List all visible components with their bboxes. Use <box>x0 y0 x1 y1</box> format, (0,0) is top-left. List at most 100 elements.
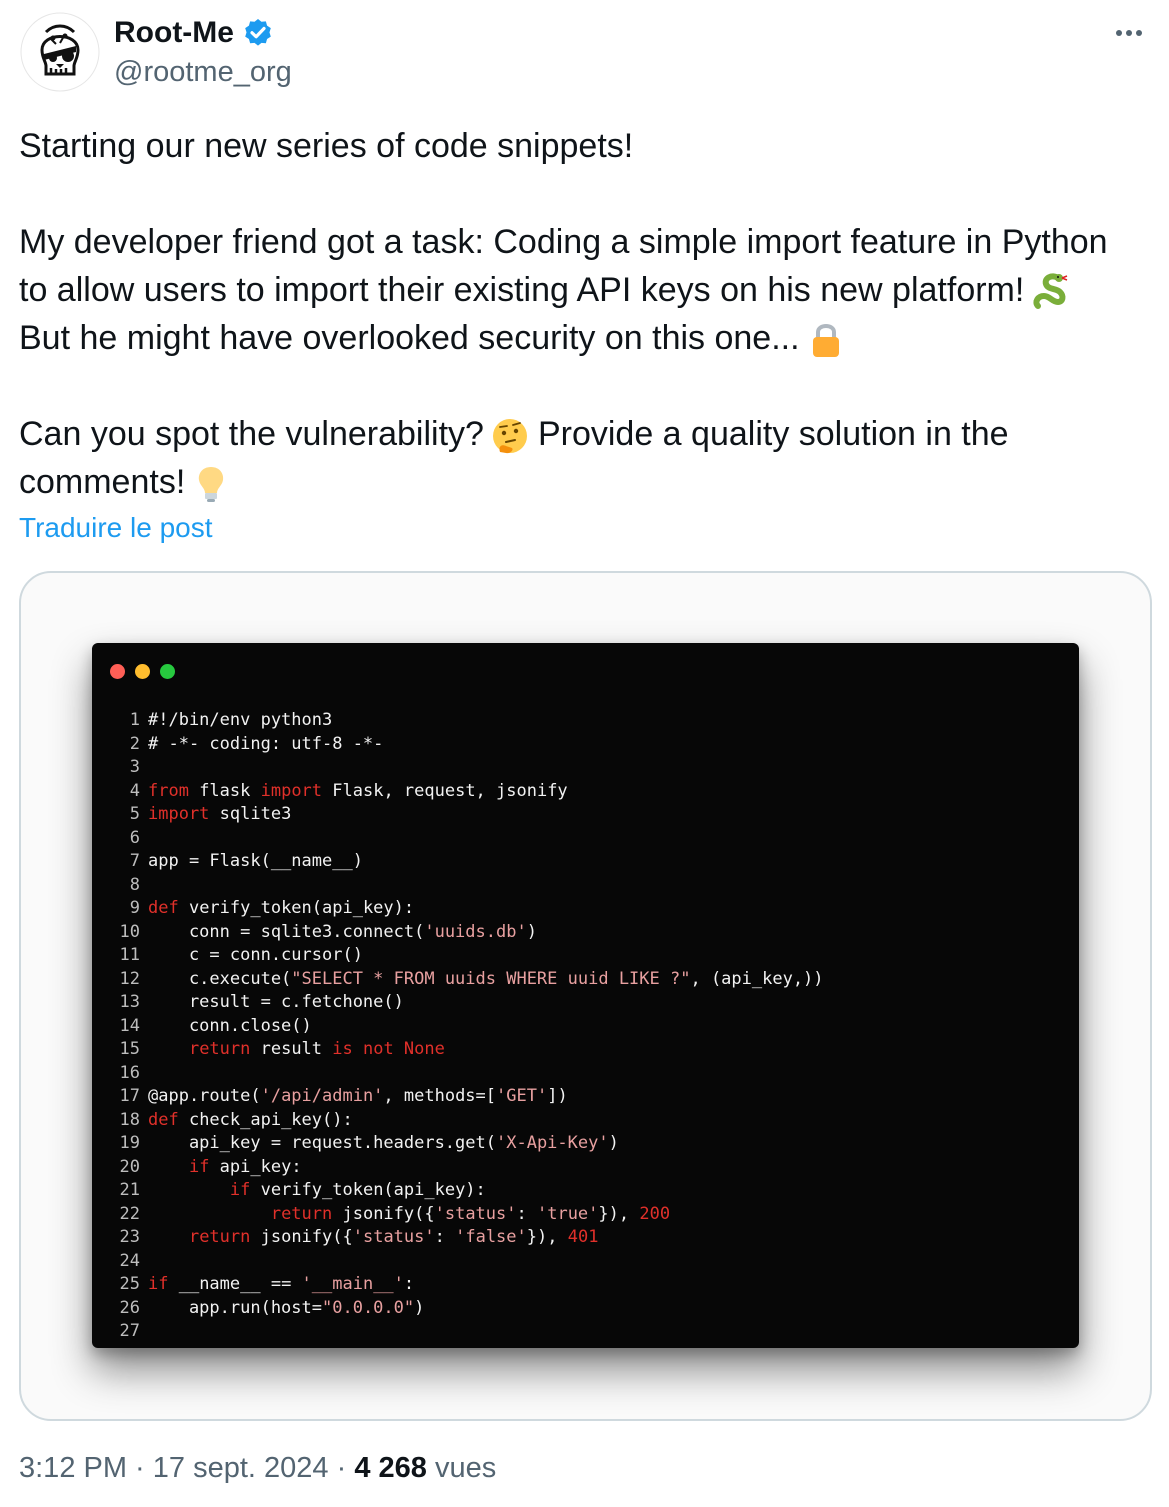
window-controls <box>110 664 175 679</box>
code-line: 24 <box>114 1250 824 1274</box>
code-token: from <box>148 780 189 801</box>
code-line: 3 <box>114 756 824 780</box>
code-token: return <box>188 1227 251 1247</box>
code-line: 5 import sqlite3 <box>114 803 824 827</box>
code-token: jsonify({ <box>250 1227 353 1247</box>
code-line: 9 def verify_token(api_key): <box>114 897 824 921</box>
code-line: 19 api_key = request.headers.get('X-Api-… <box>114 1132 824 1156</box>
avatar[interactable] <box>20 12 100 92</box>
tweet-text: Starting our new series of code snippets… <box>19 122 1154 506</box>
line-number: 1 <box>129 710 140 730</box>
code-token: ) <box>526 921 537 942</box>
line-number: 20 <box>119 1156 140 1177</box>
code-token: 401 <box>567 1227 599 1247</box>
code-line: 10 conn = sqlite3.connect('uuids.db') <box>114 921 824 945</box>
code-line: 8 <box>114 874 824 898</box>
code-token: api_key = request.headers.get( <box>148 1133 496 1153</box>
view-label: vues <box>434 1452 497 1484</box>
line-number: 19 <box>119 1133 140 1153</box>
code-token: #!/bin/env python3 <box>148 710 333 730</box>
code-line: 18 def check_api_key(): <box>114 1109 824 1133</box>
code-token: app = Flask(__name__) <box>148 851 363 871</box>
code-token: is not None <box>332 1039 445 1059</box>
code-token: return <box>188 1039 251 1059</box>
line-number: 26 <box>119 1297 140 1318</box>
more-options-icon[interactable] <box>1111 18 1147 48</box>
code-token: : <box>434 1227 456 1247</box>
code-token: '__main__' <box>301 1274 404 1294</box>
code-line: 16 <box>114 1062 824 1086</box>
snake-emoji-icon <box>1033 273 1068 310</box>
line-number: 18 <box>119 1109 140 1130</box>
code-line: 6 <box>114 827 824 851</box>
code-line: 12 c.execute("SELECT * FROM uuids WHERE … <box>114 968 824 992</box>
line-number: 8 <box>129 874 140 895</box>
line-number: 7 <box>129 851 140 871</box>
code-token: 'status' <box>352 1227 435 1247</box>
code-token: jsonify({ <box>332 1203 435 1224</box>
code-token: verify_token(api_key): <box>178 898 415 918</box>
line-number: 9 <box>129 898 140 918</box>
code-token: if <box>188 1156 210 1177</box>
code-token: result = c.fetchone() <box>148 992 404 1012</box>
line-number: 5 <box>129 804 140 824</box>
code-line: 2 # -*- coding: utf-8 -*- <box>114 733 824 757</box>
line-number: 24 <box>119 1250 140 1271</box>
line-number: 12 <box>119 968 140 989</box>
code-token: check_api_key(): <box>178 1109 353 1130</box>
tweet-line: My developer friend got a task: Coding a… <box>19 223 1108 261</box>
thinking-face-emoji-icon <box>492 419 527 454</box>
code-token: ]) <box>547 1086 568 1106</box>
line-number: 27 <box>119 1321 140 1341</box>
code-token: 'GET' <box>496 1086 548 1106</box>
code-token: 'status' <box>434 1203 517 1224</box>
code-token: }), <box>598 1203 640 1224</box>
code-token: Flask, request, jsonify <box>322 780 568 801</box>
code-line: 23 return jsonify({'status': 'false'}), … <box>114 1226 824 1250</box>
line-number: 3 <box>129 757 140 777</box>
code-token: import <box>148 804 210 824</box>
line-number: 21 <box>119 1180 140 1200</box>
line-number: 25 <box>119 1274 140 1294</box>
code-token: "SELECT * FROM uuids WHERE uuid LIKE ?" <box>291 968 691 989</box>
tweet-media-image[interactable]: 1 #!/bin/env python3 2 # -*- coding: utf-8 … <box>19 571 1152 1421</box>
tweet-line: Can you spot the vulnerability? <box>19 415 484 453</box>
code-token: 'false' <box>455 1227 527 1247</box>
code-line: 4 from flask import Flask, request, jsoni… <box>114 780 824 804</box>
skull-pirate-logo-icon <box>20 12 100 92</box>
code-token: def <box>148 1109 179 1130</box>
line-number: 11 <box>119 945 140 965</box>
code-token: conn = sqlite3.connect( <box>148 921 425 942</box>
code-line: 20 if api_key: <box>114 1156 824 1180</box>
code-line: 17 @app.route('/api/admin', methods=['GET… <box>114 1085 824 1109</box>
tweet-date[interactable]: 17 sept. 2024 <box>153 1452 329 1484</box>
code-window: 1 #!/bin/env python3 2 # -*- coding: utf-8 … <box>92 643 1079 1348</box>
view-count: 4 268 <box>354 1452 427 1484</box>
translate-post-link[interactable]: Traduire le post <box>19 512 213 544</box>
line-number: 13 <box>119 992 140 1012</box>
code-token: 'uuids.db' <box>424 921 527 942</box>
code-line: 27 <box>114 1320 824 1344</box>
tweet-metadata: 3:12 PM · 17 sept. 2024 · 4 268 vues <box>19 1452 497 1484</box>
code-line: 25 if __name__ == '__main__': <box>114 1273 824 1297</box>
line-number: 17 <box>119 1086 140 1106</box>
author-display-name[interactable]: Root-Me <box>114 16 234 50</box>
code-line: 22 return jsonify({'status': 'true'}), 2… <box>114 1203 824 1227</box>
author-handle[interactable]: @rootme_org <box>114 56 292 89</box>
code-token: sqlite3 <box>209 804 292 824</box>
code-token: '/api/admin' <box>260 1086 384 1106</box>
code-token: verify_token(api_key): <box>250 1180 486 1200</box>
tweet-time[interactable]: 3:12 PM <box>19 1452 127 1484</box>
code-token: : <box>516 1203 537 1224</box>
code-token: 'true' <box>536 1203 599 1224</box>
line-number: 2 <box>129 733 140 754</box>
code-token: app.run(host= <box>148 1297 322 1318</box>
code-token: : <box>403 1274 415 1294</box>
code-token: 200 <box>639 1203 671 1224</box>
line-number: 4 <box>129 780 140 801</box>
code-token: , methods=[ <box>383 1086 497 1106</box>
code-line: 26 app.run(host="0.0.0.0") <box>114 1297 824 1321</box>
